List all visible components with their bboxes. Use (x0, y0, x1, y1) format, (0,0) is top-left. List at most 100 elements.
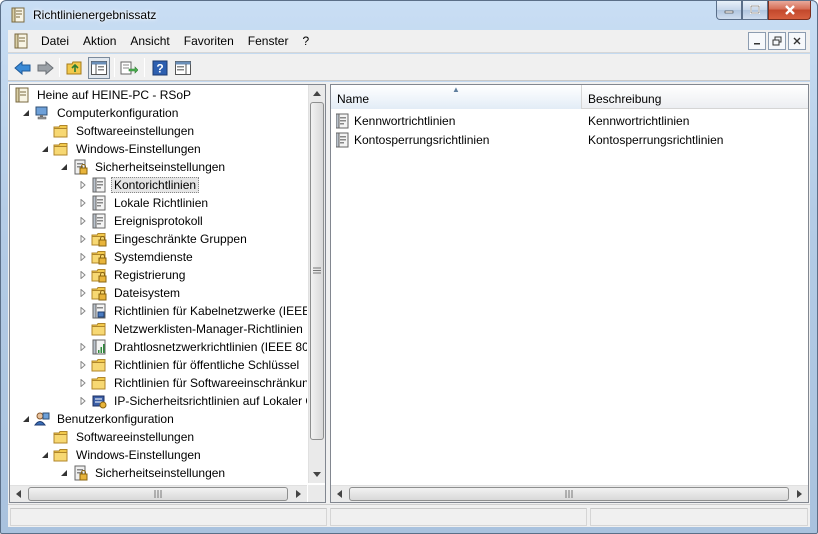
tree-item[interactable]: Netzwerklisten-Manager-Richtlinien (77, 320, 306, 338)
up-button[interactable] (64, 57, 86, 79)
menu-fenster[interactable]: Fenster (241, 34, 296, 48)
tree-expander[interactable] (77, 395, 89, 407)
child-minimize-button[interactable] (748, 32, 766, 50)
tree-expander[interactable] (77, 305, 89, 317)
tree-item[interactable]: Lokale Richtlinien (77, 194, 211, 212)
child-close-button[interactable] (788, 32, 806, 50)
tree-item[interactable]: Richtlinien für Softwareeinschränkung (77, 374, 307, 392)
tree-expander[interactable] (20, 413, 32, 425)
forward-button[interactable] (34, 57, 56, 79)
restore-icon (772, 36, 782, 46)
scroll-up-button[interactable] (309, 85, 325, 102)
tree-item[interactable]: Benutzerkonfiguration (20, 410, 177, 428)
show-action-pane-button[interactable] (172, 57, 194, 79)
collapsed-arrow-icon[interactable] (79, 253, 87, 261)
tree-expander[interactable] (77, 197, 89, 209)
list-horizontal-scrollbar[interactable] (331, 485, 808, 502)
tree-item[interactable]: Registrierung (77, 266, 188, 284)
collapsed-arrow-icon[interactable] (79, 307, 87, 315)
tree-item[interactable]: Windows-Einstellungen (39, 140, 204, 158)
tree-item[interactable]: Kontorichtlinien (77, 176, 200, 194)
menu-aktion[interactable]: Aktion (76, 34, 123, 48)
list-item[interactable]: Kennwortrichtlinien Kennwortrichtlinien (331, 112, 791, 131)
tree-expander[interactable] (39, 449, 51, 461)
expanded-arrow-icon[interactable] (22, 415, 30, 423)
tree-expander[interactable] (77, 359, 89, 371)
tree-item[interactable]: Eingeschränkte Gruppen (77, 230, 250, 248)
collapsed-arrow-icon[interactable] (79, 199, 87, 207)
export-list-button[interactable] (118, 57, 140, 79)
tree-item[interactable]: Dateisystem (77, 284, 183, 302)
tree-item[interactable]: Ereignisprotokoll (77, 212, 206, 230)
collapsed-arrow-icon[interactable] (79, 361, 87, 369)
tree-item[interactable]: Heine auf HEINE-PC - RSoP (14, 86, 194, 104)
tree-item[interactable]: Richtlinien für öffentliche Schlüssel (77, 356, 302, 374)
list-horizontal-scroll-thumb[interactable] (349, 487, 789, 501)
collapsed-arrow-icon[interactable] (79, 271, 87, 279)
scroll-right-button[interactable] (791, 486, 808, 502)
tree-item[interactable]: Computerkonfiguration (20, 104, 181, 122)
child-restore-button[interactable] (768, 32, 786, 50)
tree-item[interactable]: Softwareeinstellungen (39, 428, 197, 446)
tree-vertical-scroll-thumb[interactable] (310, 102, 324, 440)
maximize-icon (750, 5, 760, 14)
expanded-arrow-icon[interactable] (22, 109, 30, 117)
collapsed-arrow-icon[interactable] (79, 379, 87, 387)
tree-horizontal-scroll-thumb[interactable] (28, 487, 288, 501)
tree-item[interactable]: Sicherheitseinstellungen (58, 464, 228, 482)
scroll-down-button[interactable] (309, 466, 325, 483)
tree-expander (77, 323, 89, 335)
tree-item[interactable]: Windows-Einstellungen (39, 446, 204, 464)
tree-expander[interactable] (77, 341, 89, 353)
expanded-arrow-icon[interactable] (41, 145, 49, 153)
tree-horizontal-scrollbar[interactable] (10, 485, 307, 502)
expanded-arrow-icon[interactable] (60, 469, 68, 477)
menu-help[interactable]: ? (295, 34, 316, 48)
expanded-arrow-icon[interactable] (60, 163, 68, 171)
close-button[interactable] (768, 1, 811, 20)
back-button[interactable] (12, 57, 34, 79)
scroll-left-button[interactable] (10, 486, 27, 502)
show-hide-tree-button[interactable] (88, 57, 110, 79)
collapsed-arrow-icon[interactable] (79, 289, 87, 297)
tree-item[interactable]: Systemdienste (77, 248, 196, 266)
column-header-name[interactable]: ▲ Name (331, 85, 582, 109)
tree-expander[interactable] (58, 467, 70, 479)
maximize-button[interactable] (742, 1, 768, 20)
scroll-right-arrow-icon (797, 490, 802, 498)
tree-expander[interactable] (58, 161, 70, 173)
tree-item[interactable]: Drahtlosnetzwerkrichtlinien (IEEE 802. (77, 338, 307, 356)
close-icon (793, 37, 801, 45)
help-button[interactable]: ? (149, 57, 171, 79)
collapsed-arrow-icon[interactable] (79, 397, 87, 405)
tree-vertical-scrollbar[interactable] (308, 85, 325, 483)
tree-item[interactable]: Sicherheitseinstellungen (58, 158, 228, 176)
list-item[interactable]: Kontosperrungsrichtlinien Kontosperrungs… (331, 131, 791, 150)
menu-datei[interactable]: Datei (34, 34, 76, 48)
collapsed-arrow-icon[interactable] (79, 181, 87, 189)
tree-expander[interactable] (39, 143, 51, 155)
menu-ansicht[interactable]: Ansicht (123, 34, 176, 48)
tree-expander[interactable] (77, 269, 89, 281)
column-header-description[interactable]: Beschreibung (582, 85, 808, 109)
tree-item[interactable]: Richtlinien für Kabelnetzwerke (IEEE 8 (77, 302, 307, 320)
expanded-arrow-icon[interactable] (41, 451, 49, 459)
tree-item[interactable]: IP-Sicherheitsrichtlinien auf Lokaler C (77, 392, 307, 410)
title-bar[interactable]: Richtlinienergebnissatz (1, 1, 817, 29)
collapsed-arrow-icon[interactable] (79, 217, 87, 225)
tree-expander[interactable] (77, 179, 89, 191)
menu-favoriten[interactable]: Favoriten (177, 34, 241, 48)
collapsed-arrow-icon[interactable] (79, 235, 87, 243)
tree-expander[interactable] (77, 377, 89, 389)
tree-expander[interactable] (77, 251, 89, 263)
document-menu-icon[interactable] (13, 33, 29, 49)
scroll-left-button[interactable] (331, 486, 348, 502)
minimize-button[interactable] (716, 1, 742, 20)
tree-expander[interactable] (77, 287, 89, 299)
scroll-right-button[interactable] (290, 486, 307, 502)
tree-item[interactable]: Softwareeinstellungen (39, 122, 197, 140)
collapsed-arrow-icon[interactable] (79, 343, 87, 351)
tree-expander[interactable] (20, 107, 32, 119)
tree-expander[interactable] (77, 233, 89, 245)
tree-expander[interactable] (77, 215, 89, 227)
